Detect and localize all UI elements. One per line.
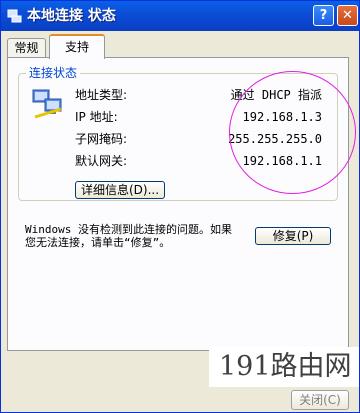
address-type-label: 地址类型:: [75, 88, 128, 102]
repair-message-line1: Windows 没有检测到此连接的问题。如果: [25, 223, 232, 236]
default-gateway-label: 默认网关:: [75, 154, 128, 168]
repair-button[interactable]: 修复(P): [255, 227, 331, 245]
ip-address-label: IP 地址:: [75, 110, 118, 124]
network-icon: [7, 9, 22, 23]
watermark: 191路由网: [209, 347, 359, 387]
title-bar[interactable]: 本地连接 状态 ? ✕: [1, 1, 359, 31]
close-window-button[interactable]: ✕: [337, 5, 358, 26]
close-button[interactable]: 关闭(C): [291, 390, 349, 410]
annotation-circle: [229, 71, 356, 194]
window-title: 本地连接 状态: [27, 8, 116, 24]
tab-support[interactable]: 支持: [49, 34, 105, 59]
network-connection-icon: [32, 89, 62, 119]
group-label: 连接状态: [26, 66, 81, 80]
subnet-mask-label: 子网掩码:: [75, 132, 128, 146]
repair-message-line2: 您无法连接，请单击“修复”。: [25, 236, 171, 249]
details-button[interactable]: 详细信息(D)...: [75, 181, 165, 199]
help-button[interactable]: ?: [313, 5, 334, 26]
tab-general[interactable]: 常规: [7, 38, 46, 58]
repair-message: Windows 没有检测到此连接的问题。如果 您无法连接，请单击“修复”。: [25, 223, 247, 249]
status-dialog: 本地连接 状态 ? ✕ 常规 支持 连接状态 地址类型: 通过 DHCP 指派 …: [0, 0, 360, 413]
